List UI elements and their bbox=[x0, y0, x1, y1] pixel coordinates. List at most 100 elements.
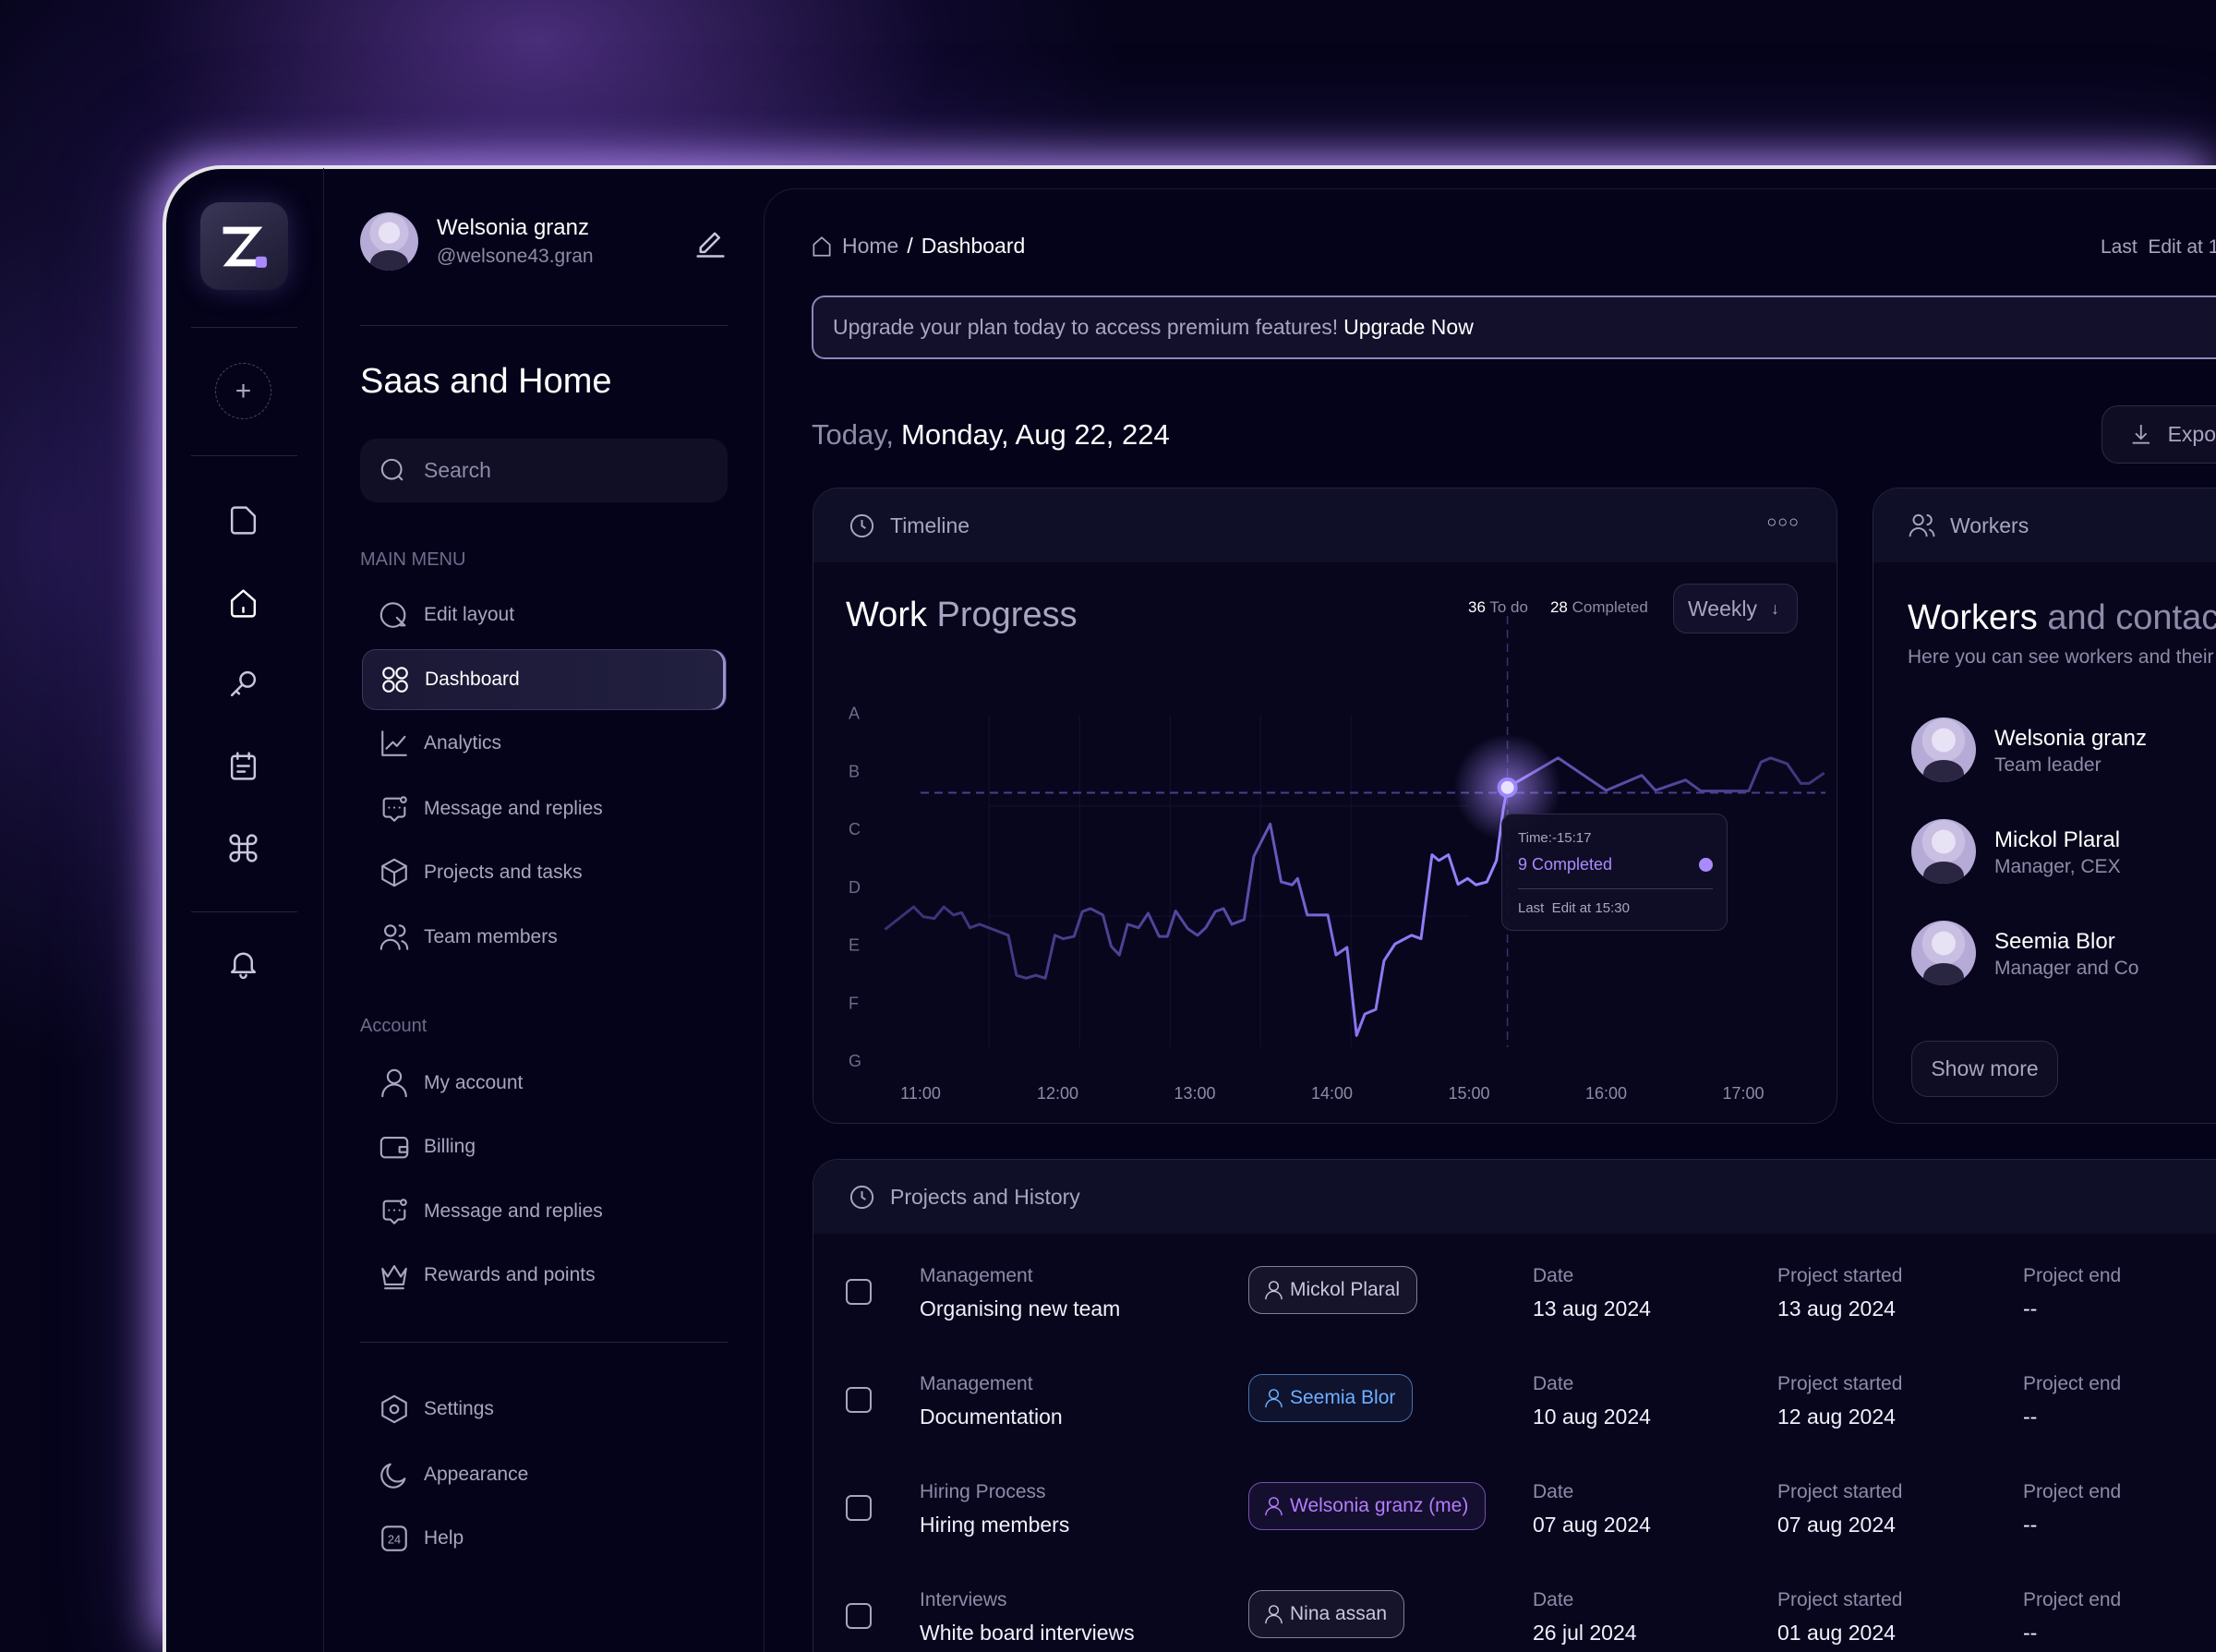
y-tick-label: A bbox=[849, 705, 860, 723]
home-icon bbox=[813, 235, 831, 257]
upgrade-now-link[interactable]: Upgrade Now bbox=[1343, 315, 1474, 340]
nav-label: Settings bbox=[424, 1397, 494, 1419]
home-icon[interactable] bbox=[226, 586, 260, 621]
nav-settings[interactable]: Settings bbox=[362, 1381, 727, 1437]
project-title[interactable]: Organising new team bbox=[920, 1296, 1120, 1321]
user-avatar[interactable] bbox=[360, 212, 418, 271]
nav-appearance[interactable]: Appearance bbox=[362, 1446, 727, 1502]
user-icon bbox=[1265, 1496, 1283, 1515]
row-checkbox[interactable] bbox=[846, 1603, 872, 1629]
settings-icon bbox=[381, 1394, 407, 1423]
x-tick-label: 14:00 bbox=[1311, 1084, 1353, 1103]
show-more-button[interactable]: Show more bbox=[1911, 1041, 2058, 1097]
date-value: 10 aug 2024 bbox=[1533, 1405, 1651, 1429]
y-tick-label: D bbox=[849, 878, 861, 897]
nav-team[interactable]: Team members bbox=[362, 909, 727, 965]
clock-icon bbox=[849, 1185, 874, 1209]
nav-help[interactable]: 24 Help bbox=[362, 1510, 727, 1566]
assignee-pill[interactable]: Mickol Plaral bbox=[1248, 1266, 1418, 1314]
worker-role: Manager and Co bbox=[1994, 958, 2139, 979]
workers-subtitle: Here you can see workers and their bbox=[1908, 646, 2214, 668]
nav-rewards[interactable]: Rewards and points bbox=[362, 1247, 727, 1303]
breadcrumb-sep: / bbox=[907, 234, 913, 258]
timeline-card: Timeline ○○○ Work Progress 36 To do 28 C… bbox=[813, 488, 1837, 1124]
highlight-point bbox=[1497, 777, 1518, 798]
nav-analytics[interactable]: Analytics bbox=[362, 715, 727, 771]
tooltip-dot bbox=[1699, 858, 1713, 872]
command-icon[interactable] bbox=[226, 831, 260, 865]
breadcrumb-current: Dashboard bbox=[921, 234, 1026, 258]
worker-item[interactable]: Mickol Plaral Manager, CEX bbox=[1911, 819, 2216, 886]
project-title[interactable]: White board interviews bbox=[920, 1621, 1135, 1646]
tooltip-completed: 9 Completed bbox=[1518, 855, 1613, 874]
nav-label: Projects and tasks bbox=[424, 861, 583, 883]
started-label: Project started bbox=[1777, 1373, 1903, 1394]
nav-projects[interactable]: Projects and tasks bbox=[362, 844, 727, 900]
x-tick-label: 11:00 bbox=[900, 1084, 941, 1103]
x-tick-label: 13:00 bbox=[1174, 1084, 1215, 1103]
row-checkbox[interactable] bbox=[846, 1387, 872, 1413]
search-input[interactable]: Search bbox=[360, 439, 728, 502]
row-checkbox[interactable] bbox=[846, 1279, 872, 1305]
workers-title-a: Workers bbox=[1908, 598, 2038, 637]
assignee-pill[interactable]: Welsonia granz (me) bbox=[1248, 1482, 1487, 1530]
user-name: Welsonia granz bbox=[437, 215, 589, 240]
nav-my-account[interactable]: My account bbox=[362, 1055, 727, 1111]
search-placeholder: Search bbox=[424, 458, 491, 482]
project-category: Management bbox=[920, 1265, 1033, 1286]
layout-icon bbox=[379, 601, 406, 628]
nav-dashboard[interactable]: Dashboard bbox=[362, 649, 727, 710]
date-value: 26 jul 2024 bbox=[1533, 1621, 1637, 1645]
workers-title-b: and contact bbox=[2047, 598, 2216, 637]
started-value: 01 aug 2024 bbox=[1777, 1621, 1896, 1645]
account-label: Account bbox=[360, 1016, 428, 1036]
project-row: Management Documentation Seemia Blor Dat… bbox=[813, 1353, 2216, 1461]
project-title[interactable]: Hiring members bbox=[920, 1513, 1069, 1537]
end-label: Project end bbox=[2023, 1589, 2122, 1610]
nav-label: Dashboard bbox=[425, 669, 520, 690]
tooltip-time: Time:-15:17 bbox=[1518, 830, 1592, 846]
svg-text:24: 24 bbox=[388, 1532, 401, 1546]
workspace-title: Saas and Home bbox=[360, 362, 612, 401]
date-label: Date bbox=[1533, 1265, 1574, 1286]
assignee-pill[interactable]: Nina assan bbox=[1248, 1590, 1405, 1638]
y-tick-label: G bbox=[849, 1052, 861, 1070]
nav-account-messages[interactable]: Message and replies bbox=[362, 1183, 727, 1239]
user-handle: @welsone43.gran bbox=[437, 246, 594, 267]
y-tick-label: B bbox=[849, 762, 860, 780]
add-button[interactable]: + bbox=[215, 363, 271, 419]
nav-billing[interactable]: Billing bbox=[362, 1118, 727, 1175]
project-row: Management Organising new team Mickol Pl… bbox=[813, 1245, 2216, 1353]
worker-name: Welsonia granz bbox=[1994, 726, 2147, 751]
wallet-icon bbox=[379, 1136, 409, 1158]
assignee-pill[interactable]: Seemia Blor bbox=[1248, 1374, 1414, 1422]
tooltip-last-edit: Last Edit at 15:30 bbox=[1518, 900, 1630, 916]
end-label: Project end bbox=[2023, 1373, 2122, 1394]
worker-item[interactable]: Welsonia granz Team leader bbox=[1911, 717, 2216, 785]
edit-icon[interactable] bbox=[693, 223, 728, 258]
date-heading: Today, Monday, Aug 22, 224 bbox=[812, 418, 1170, 452]
assignee-name: Mickol Plaral bbox=[1290, 1279, 1401, 1300]
file-icon[interactable] bbox=[226, 503, 260, 537]
download-icon bbox=[2132, 425, 2150, 444]
project-title[interactable]: Documentation bbox=[920, 1405, 1063, 1429]
app-logo[interactable] bbox=[200, 202, 288, 290]
date-value: 13 aug 2024 bbox=[1533, 1296, 1651, 1320]
nav-edit-layout[interactable]: Edit layout bbox=[362, 586, 727, 643]
nav-label: Help bbox=[424, 1526, 464, 1549]
breadcrumb-home[interactable]: Home bbox=[842, 234, 898, 259]
y-tick-label: F bbox=[849, 994, 859, 1012]
assignee-name: Nina assan bbox=[1290, 1603, 1388, 1624]
projects-card: Projects and History Management Organisi… bbox=[813, 1159, 2216, 1652]
last-edit: Last Edit at 1 bbox=[2101, 236, 2216, 258]
export-button[interactable]: Expo bbox=[2102, 405, 2216, 464]
calendar-icon[interactable] bbox=[226, 749, 260, 783]
bell-icon[interactable] bbox=[226, 947, 260, 981]
upgrade-banner: Upgrade your plan today to access premiu… bbox=[812, 295, 2216, 359]
worker-item[interactable]: Seemia Blor Manager and Co bbox=[1911, 921, 2216, 988]
key-icon[interactable] bbox=[226, 667, 260, 701]
nav-label: Message and replies bbox=[424, 1200, 603, 1222]
row-checkbox[interactable] bbox=[846, 1495, 872, 1521]
nav-messages[interactable]: Message and replies bbox=[362, 780, 727, 837]
project-category: Interviews bbox=[920, 1589, 1007, 1610]
